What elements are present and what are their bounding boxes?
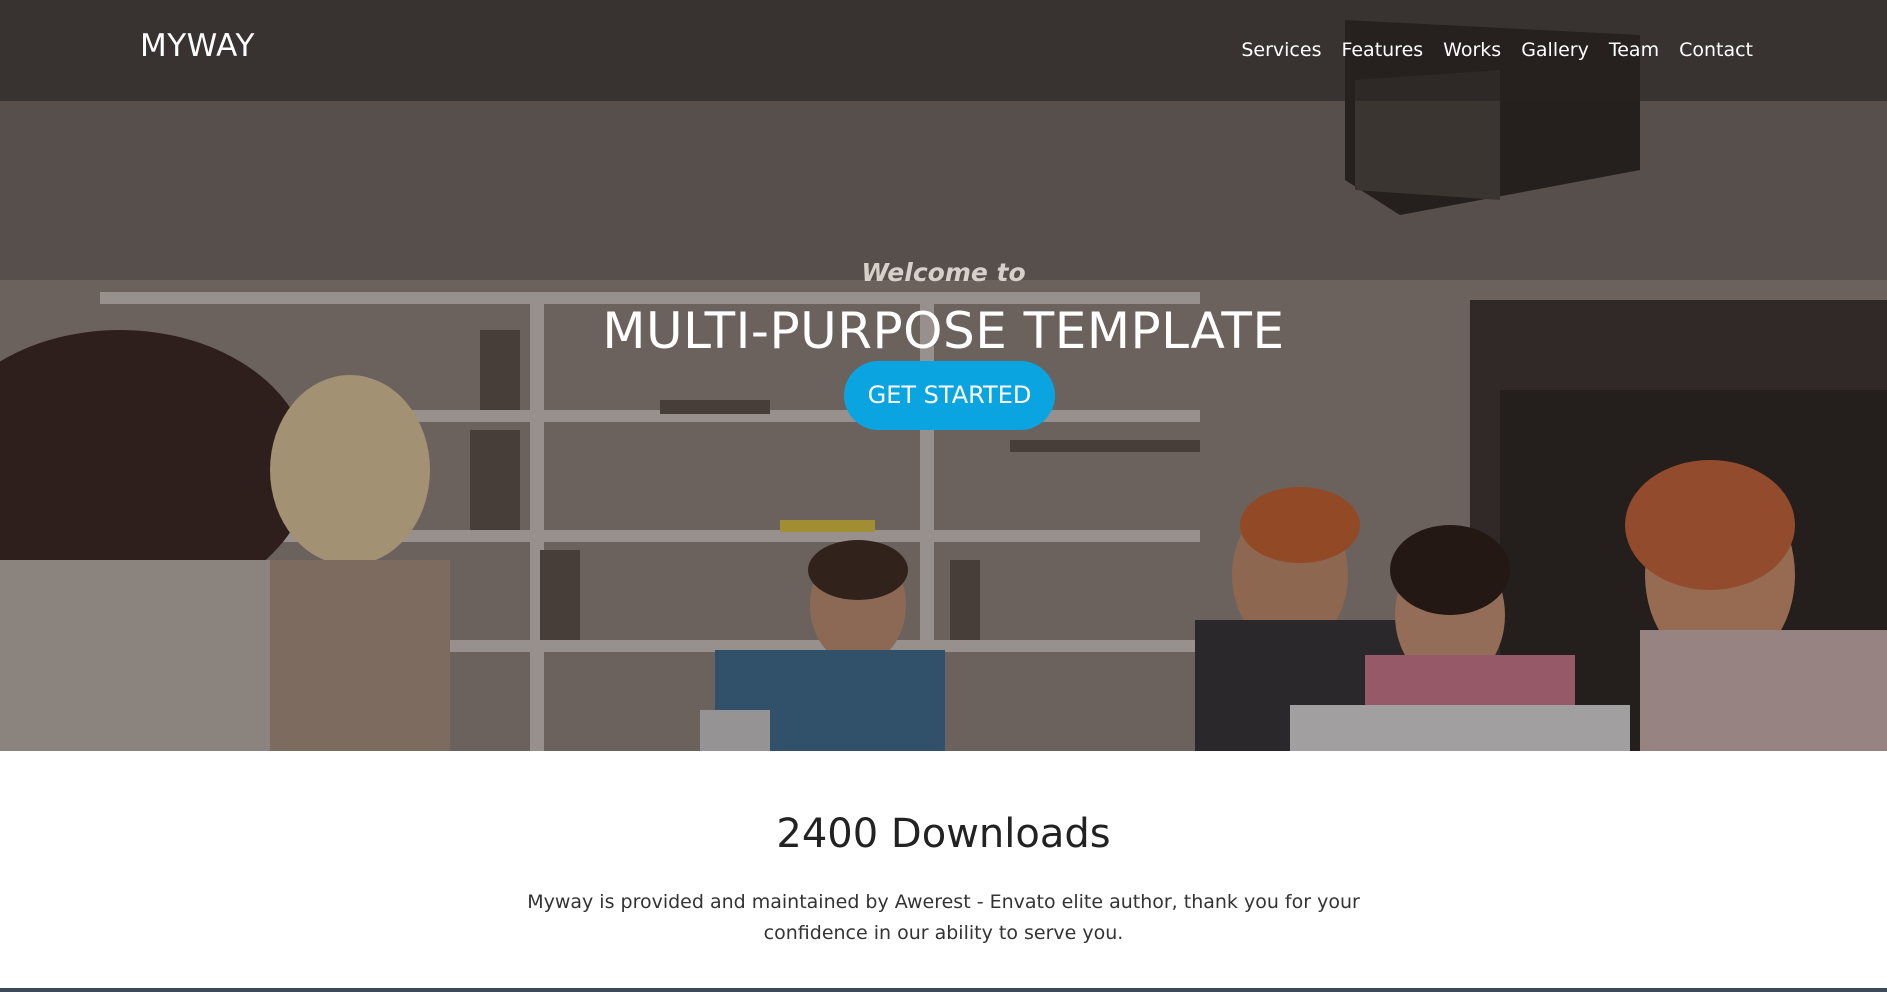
nav-item-contact[interactable]: Contact: [1679, 39, 1753, 61]
hero-welcome-text: Welcome to: [861, 258, 1026, 287]
get-started-button[interactable]: GET STARTED: [844, 361, 1055, 430]
downloads-section: 2400 Downloads Myway is provided and mai…: [0, 751, 1887, 992]
hero-title: MULTI-PURPOSE TEMPLATE: [602, 302, 1285, 360]
nav-item-services[interactable]: Services: [1241, 39, 1321, 61]
section-divider: [0, 988, 1887, 992]
main-nav: Services Features Works Gallery Team Con…: [1241, 39, 1753, 61]
nav-item-features[interactable]: Features: [1341, 39, 1423, 61]
brand-logo[interactable]: MYWAY: [140, 28, 255, 64]
nav-item-gallery[interactable]: Gallery: [1521, 39, 1589, 61]
hero-section: Welcome to MULTI-PURPOSE TEMPLATE GET ST…: [0, 0, 1887, 751]
downloads-title: 2400 Downloads: [776, 811, 1111, 857]
nav-item-team[interactable]: Team: [1609, 39, 1659, 61]
nav-item-works[interactable]: Works: [1443, 39, 1501, 61]
top-navbar: MYWAY Services Features Works Gallery Te…: [0, 0, 1887, 101]
downloads-description: Myway is provided and maintained by Awer…: [527, 891, 1360, 944]
